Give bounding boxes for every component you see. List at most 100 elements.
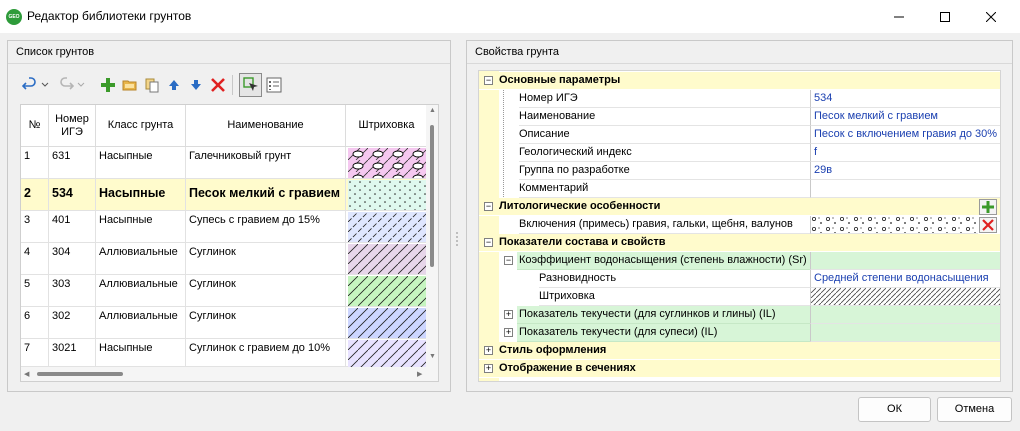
row-name: Супесь с гравием до 15% bbox=[186, 211, 346, 243]
diagonal-blue-hatch-icon bbox=[348, 212, 426, 242]
collapse-icon[interactable]: − bbox=[484, 76, 493, 85]
category-label: Литологические особенности bbox=[499, 200, 661, 212]
select-active-button[interactable] bbox=[239, 73, 262, 97]
redo-dropdown[interactable] bbox=[76, 73, 86, 97]
divider bbox=[8, 63, 450, 64]
row-class: Насыпные bbox=[96, 147, 186, 179]
move-down-button[interactable] bbox=[186, 73, 206, 97]
hatch-value[interactable] bbox=[810, 288, 1000, 306]
expand-icon[interactable]: + bbox=[504, 328, 513, 337]
property-row[interactable]: Геологический индекс f bbox=[479, 144, 1000, 162]
property-value[interactable]: 29в bbox=[810, 162, 1000, 180]
move-up-button[interactable] bbox=[164, 73, 184, 97]
property-row[interactable]: Штриховка bbox=[479, 288, 1000, 306]
category-sections[interactable]: + Отображение в сечениях bbox=[479, 360, 1000, 378]
property-label: Включения (примесь) гравия, гальки, щебн… bbox=[519, 216, 810, 234]
category-litho[interactable]: − Литологические особенности bbox=[479, 198, 1000, 216]
property-row[interactable]: Номер ИГЭ 534 bbox=[479, 90, 1000, 108]
delete-inclusion-button[interactable] bbox=[979, 217, 997, 233]
inclusion-hatch-value[interactable] bbox=[810, 216, 978, 234]
expand-icon[interactable]: + bbox=[484, 346, 493, 355]
expand-icon[interactable]: + bbox=[484, 364, 493, 373]
scroll-up-icon[interactable]: ▲ bbox=[429, 107, 436, 114]
splitter-grip-icon[interactable] bbox=[456, 232, 458, 246]
table-row[interactable]: 1 631 Насыпные Галечниковый грунт bbox=[21, 147, 428, 179]
horizontal-scroll-thumb[interactable] bbox=[37, 372, 123, 376]
undo-icon bbox=[22, 77, 36, 90]
property-value[interactable] bbox=[810, 306, 1000, 324]
undo-dropdown[interactable] bbox=[40, 73, 50, 97]
close-button[interactable] bbox=[968, 0, 1014, 33]
property-row[interactable]: Группа по разработке 29в bbox=[479, 162, 1000, 180]
table-row[interactable]: 3 401 Насыпные Супесь с гравием до 15% bbox=[21, 211, 428, 243]
row-ige: 534 bbox=[49, 179, 96, 211]
row-hatch bbox=[346, 147, 428, 179]
category-style[interactable]: + Стиль оформления bbox=[479, 342, 1000, 360]
property-row[interactable]: Включения (примесь) гравия, гальки, щебн… bbox=[479, 216, 1000, 234]
properties-list-button[interactable] bbox=[264, 73, 284, 97]
property-value[interactable] bbox=[810, 180, 1000, 198]
property-value[interactable] bbox=[810, 324, 1000, 342]
table-row-selected[interactable]: 2 534 Насыпные Песок мелкий с гравием bbox=[21, 179, 428, 211]
table-row[interactable]: 4 304 Аллювиальные Суглинок bbox=[21, 243, 428, 275]
property-value[interactable]: Средней степени водонасыщения bbox=[810, 270, 1000, 288]
collapse-icon[interactable]: − bbox=[504, 256, 513, 265]
vertical-scroll-thumb[interactable] bbox=[430, 125, 434, 267]
add-button[interactable] bbox=[98, 73, 118, 97]
soil-properties-title: Свойства грунта bbox=[475, 46, 559, 58]
redo-button[interactable] bbox=[56, 73, 76, 97]
property-group-fluidity-sand[interactable]: + Показатель текучести (для супеси) (IL) bbox=[479, 324, 1000, 342]
row-class: Аллювиальные bbox=[96, 307, 186, 339]
property-group-saturation[interactable]: − Коэффициент водонасыщения (степень вла… bbox=[479, 252, 1000, 270]
property-value[interactable]: Песок мелкий с гравием bbox=[810, 108, 1000, 126]
diagonal-green-hatch-icon bbox=[348, 276, 426, 306]
minimize-button[interactable] bbox=[876, 0, 922, 33]
column-header-name[interactable]: Наименование bbox=[186, 105, 346, 147]
table-row[interactable]: 6 302 Аллювиальные Суглинок bbox=[21, 307, 428, 339]
soil-table: № Номер ИГЭ Класс грунта Наименование Шт… bbox=[20, 104, 439, 382]
collapse-icon[interactable]: − bbox=[484, 202, 493, 211]
column-header-hatch[interactable]: Штриховка bbox=[346, 105, 428, 147]
column-header-ige[interactable]: Номер ИГЭ bbox=[49, 105, 96, 147]
collapse-icon[interactable]: − bbox=[484, 238, 493, 247]
cancel-button[interactable]: Отмена bbox=[937, 397, 1012, 422]
maximize-button[interactable] bbox=[922, 0, 968, 33]
property-value[interactable]: f bbox=[810, 144, 1000, 162]
properties-list-icon bbox=[266, 77, 282, 93]
column-header-num[interactable]: № bbox=[21, 105, 49, 147]
window-title: Редактор библиотеки грунтов bbox=[27, 9, 192, 23]
table-horizontal-scrollbar[interactable]: ◀ ▶ bbox=[21, 367, 438, 381]
row-ige: 631 bbox=[49, 147, 96, 179]
app-icon: GEO bbox=[6, 9, 22, 25]
ok-button[interactable]: ОК bbox=[858, 397, 931, 422]
property-value[interactable]: 534 bbox=[810, 90, 1000, 108]
column-header-class[interactable]: Класс грунта bbox=[96, 105, 186, 147]
delete-button[interactable] bbox=[208, 73, 228, 97]
property-row[interactable]: Описание Песок с включением гравия до 30… bbox=[479, 126, 1000, 144]
table-vertical-scrollbar[interactable]: ▲ ▼ bbox=[426, 105, 438, 367]
expand-icon[interactable]: + bbox=[504, 310, 513, 319]
dotted-sand-hatch-icon bbox=[348, 180, 426, 210]
scroll-right-icon[interactable]: ▶ bbox=[417, 370, 422, 378]
table-row[interactable]: 5 303 Аллювиальные Суглинок bbox=[21, 275, 428, 307]
diagonal-gray-hatch-icon bbox=[811, 288, 1000, 305]
category-composition[interactable]: − Показатели состава и свойств bbox=[479, 234, 1000, 252]
property-value[interactable]: Песок с включением гравия до 30% bbox=[810, 126, 1000, 144]
add-inclusion-button[interactable] bbox=[979, 199, 997, 215]
property-value[interactable] bbox=[810, 252, 1000, 270]
property-row[interactable]: Наименование Песок мелкий с гравием bbox=[479, 108, 1000, 126]
copy-button[interactable] bbox=[142, 73, 162, 97]
scroll-down-icon[interactable]: ▼ bbox=[429, 353, 436, 360]
open-button[interactable] bbox=[120, 73, 140, 97]
undo-button[interactable] bbox=[20, 73, 40, 97]
row-class: Аллювиальные bbox=[96, 243, 186, 275]
row-name: Галечниковый грунт bbox=[186, 147, 346, 179]
property-group-fluidity-clay[interactable]: + Показатель текучести (для суглинков и … bbox=[479, 306, 1000, 324]
category-basic[interactable]: − Основные параметры bbox=[479, 72, 1000, 90]
category-label: Показатели состава и свойств bbox=[499, 236, 666, 248]
scroll-left-icon[interactable]: ◀ bbox=[24, 370, 29, 378]
property-row[interactable]: Комментарий bbox=[479, 180, 1000, 198]
property-row[interactable]: Разновидность Средней степени водонасыще… bbox=[479, 270, 1000, 288]
table-row[interactable]: 7 3021 Насыпные Суглинок с гравием до 10… bbox=[21, 339, 428, 371]
diagonal-purple-hatch-icon bbox=[348, 244, 426, 274]
